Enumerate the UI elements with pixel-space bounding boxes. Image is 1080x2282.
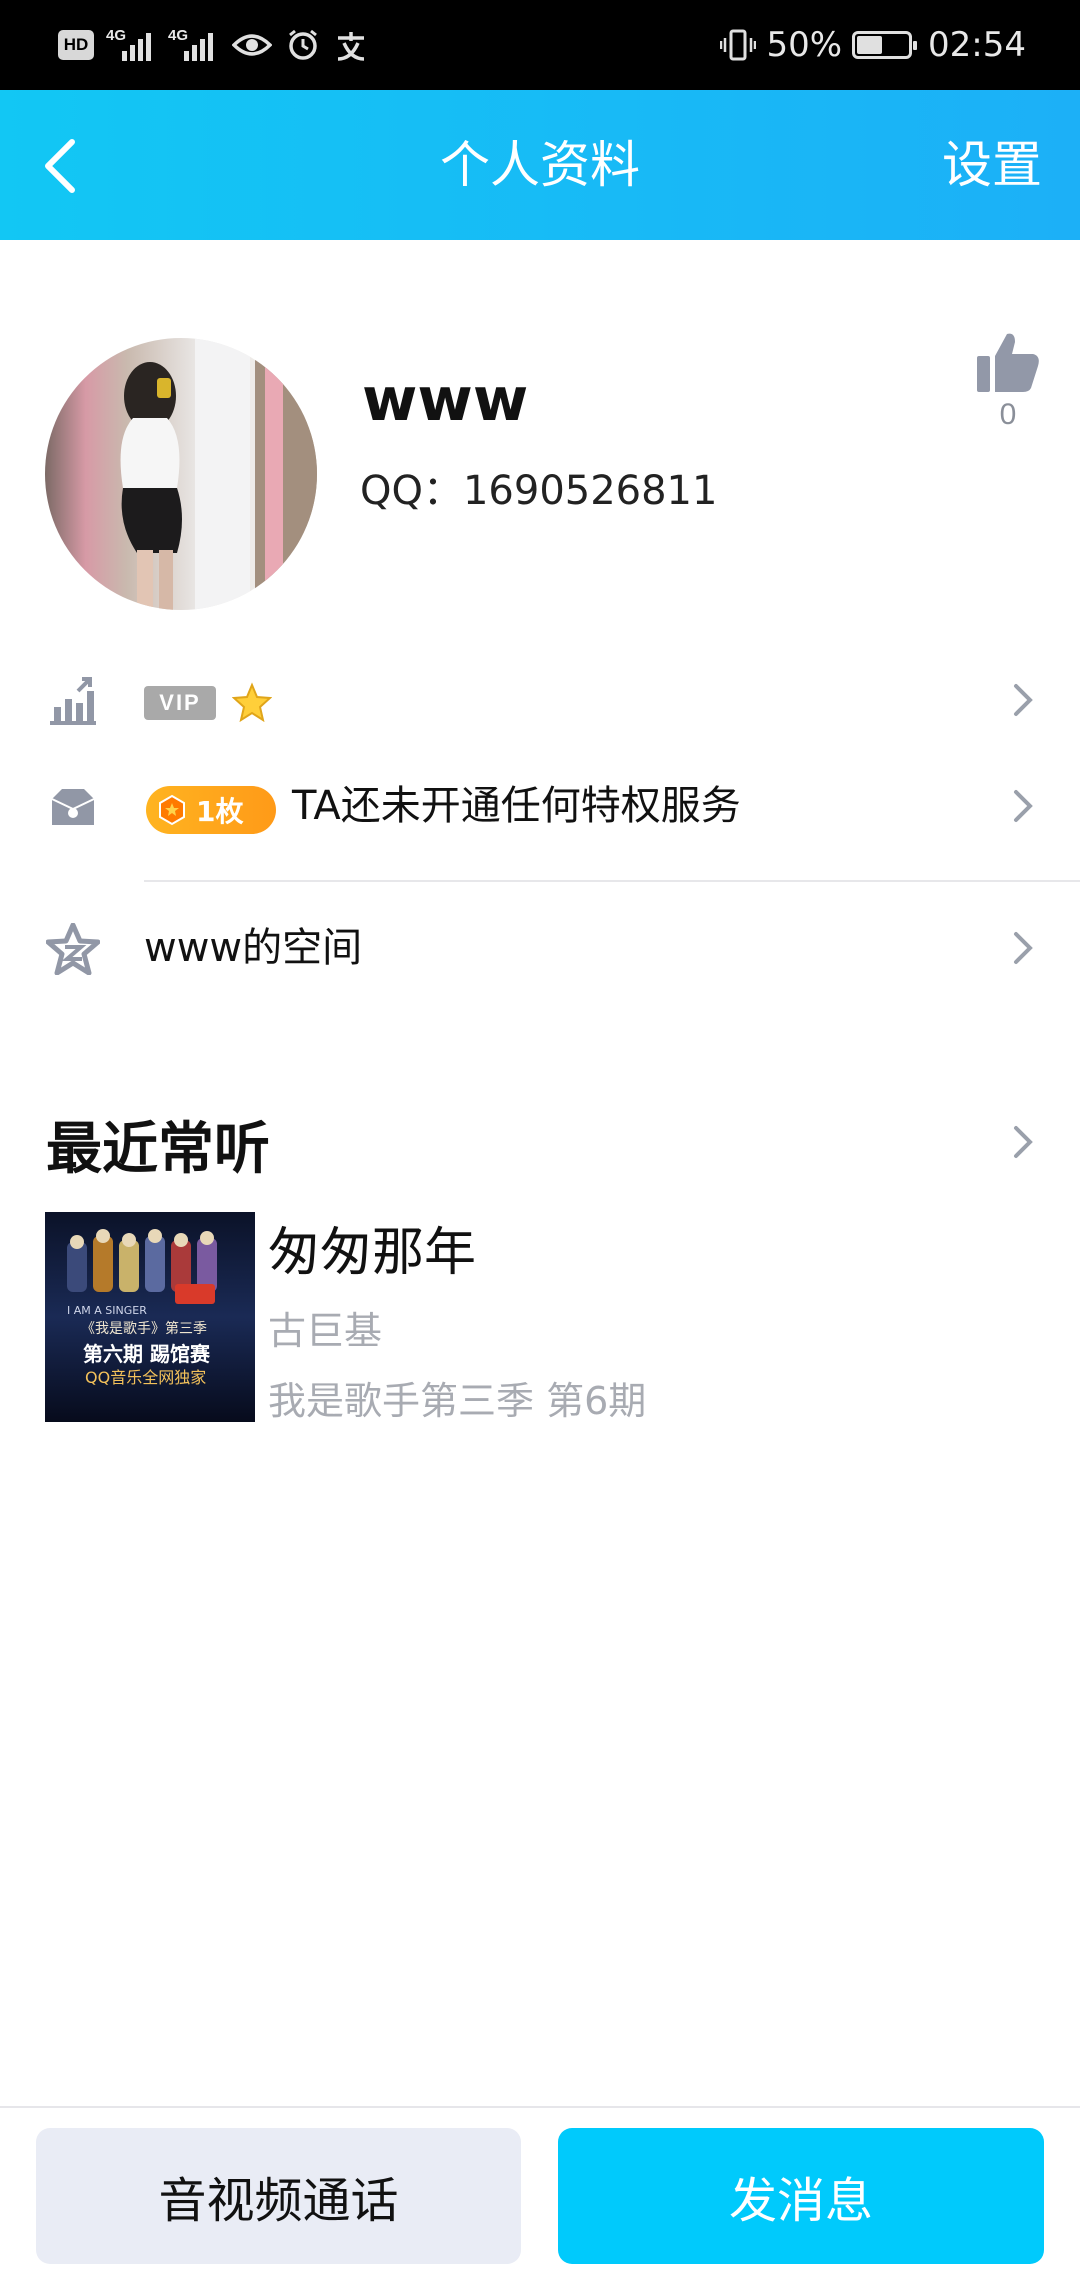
cover-text-4: QQ音乐全网独家 [85, 1368, 207, 1387]
battery-icon [852, 31, 918, 59]
crown-icon [46, 782, 100, 832]
signal-icon-sim2: 4G [168, 27, 218, 61]
chevron-right-icon[interactable] [1008, 1122, 1038, 1162]
video-call-button[interactable]: 音视频通话 [36, 2128, 521, 2264]
song-title[interactable]: 匆匆那年 [268, 1210, 476, 1285]
vibrate-icon [720, 29, 757, 61]
vip-row[interactable]: VIP [0, 650, 1080, 750]
like-count: 0 [999, 398, 1017, 431]
song-artist: 古巨基 [268, 1309, 383, 1353]
bottom-action-bar: 音视频通话 发消息 [0, 2106, 1080, 2282]
signal-icon-sim1: 4G [106, 27, 156, 61]
cover-text-2: 《我是歌手》第三季 [81, 1321, 207, 1337]
medal-badge: 1枚 [146, 786, 276, 834]
chevron-right-icon [1014, 932, 1033, 964]
eye-icon [232, 34, 272, 56]
sim1-label: 4G [106, 27, 127, 44]
profile-name: www [362, 365, 529, 435]
alarm-icon [289, 29, 317, 60]
status-right: 50% 02:54 [720, 22, 1026, 68]
privilege-text: TA还未开通任何特权服务 [292, 783, 741, 829]
song-album: 我是歌手第三季 第6期 [268, 1379, 647, 1423]
album-cover[interactable]: I AM A SINGER 《我是歌手》第三季 第六期 踢馆赛 QQ音乐全网独家 [45, 1212, 255, 1422]
cover-text-3: 第六期 踢馆赛 [83, 1342, 210, 1366]
app-header: 个人资料 设置 [0, 90, 1080, 240]
battery-percent: 50% [766, 25, 843, 65]
chevron-right-icon [1014, 684, 1033, 716]
qzone-row[interactable]: www的空间 [0, 898, 1080, 998]
clock: 02:54 [928, 25, 1026, 65]
qzone-text: www的空间 [144, 925, 363, 971]
vip-badge: VIP [144, 686, 216, 720]
send-message-button[interactable]: 发消息 [558, 2128, 1044, 2264]
star-icon [232, 682, 272, 722]
chevron-right-icon [1014, 790, 1033, 822]
qzone-star-icon [46, 923, 100, 975]
page-title: 个人资料 [440, 136, 640, 194]
medal-icon [159, 794, 185, 826]
app-notification-icon [337, 32, 365, 61]
hd-icon: HD [58, 30, 94, 60]
medal-count: 1枚 [196, 795, 244, 828]
recent-section-title: 最近常听 [46, 1117, 270, 1182]
status-left: HD 4G 4G [58, 22, 368, 68]
status-bar: HD 4G 4G 50% 02:54 [0, 0, 1080, 90]
avatar[interactable] [45, 338, 317, 610]
sim2-label: 4G [168, 27, 189, 44]
privilege-row[interactable]: 1枚 TA还未开通任何特权服务 [0, 756, 1080, 856]
thumbs-up-icon [977, 333, 1039, 392]
divider [144, 880, 1080, 882]
settings-button[interactable]: 设置 [942, 90, 1042, 240]
like-button[interactable]: 0 [968, 330, 1048, 432]
battery-fill [857, 36, 883, 54]
level-chart-icon [46, 676, 100, 726]
cover-text-1: I AM A SINGER [67, 1304, 147, 1317]
qq-number: QQ：1690526811 [360, 468, 718, 514]
